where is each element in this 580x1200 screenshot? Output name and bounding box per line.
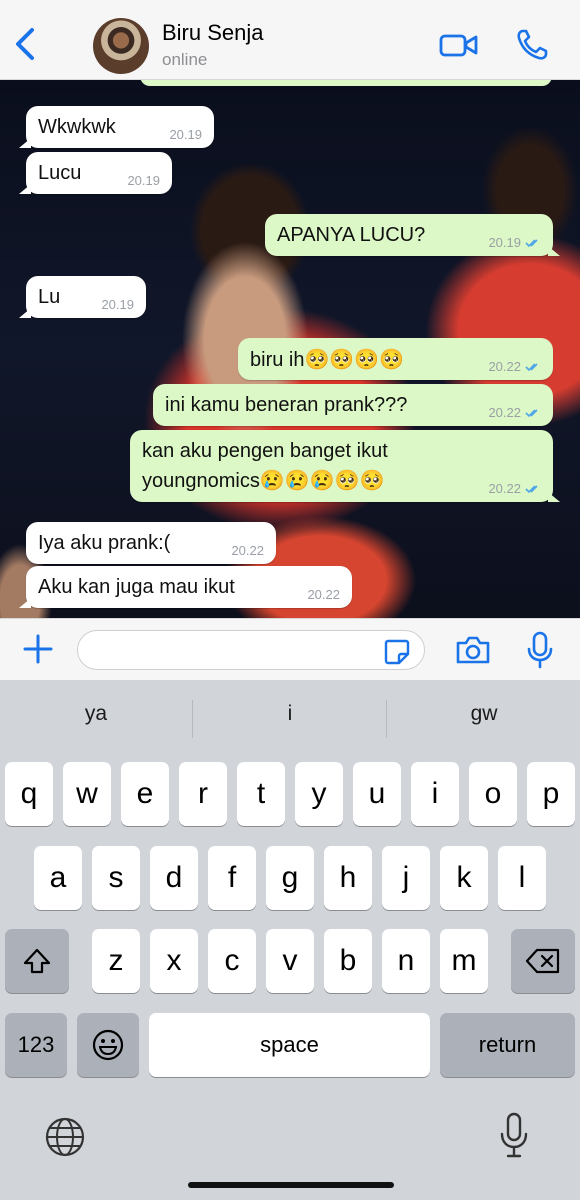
key-q[interactable]: q <box>5 762 53 826</box>
key-h[interactable]: h <box>324 846 372 910</box>
key-r[interactable]: r <box>179 762 227 826</box>
contact-name[interactable]: Biru Senja <box>162 20 264 46</box>
suggestion-3[interactable]: gw <box>404 702 564 726</box>
delete-icon <box>525 948 560 974</box>
back-chevron-icon[interactable] <box>12 26 38 62</box>
message-bubble[interactable]: Lu 20.19 <box>19 276 146 318</box>
read-ticks-icon <box>525 239 538 248</box>
chat-area: Wkwkwk 20.19 Lucu 20.19 APANYA LUCU? 20.… <box>0 80 580 618</box>
suggestion-divider <box>386 700 387 738</box>
key-n[interactable]: n <box>382 929 430 993</box>
video-camera-icon[interactable] <box>439 30 479 60</box>
message-text: Wkwkwk <box>38 115 116 138</box>
previous-message-edge <box>140 80 552 86</box>
phone-icon[interactable] <box>515 28 549 62</box>
message-time: 20.19 <box>127 173 160 188</box>
message-time: 20.22 <box>307 587 340 602</box>
key-l[interactable]: l <box>498 846 546 910</box>
key-a[interactable]: a <box>34 846 82 910</box>
key-b[interactable]: b <box>324 929 372 993</box>
message-bubble[interactable]: Iya aku prank:( 20.22 <box>26 522 276 564</box>
key-e[interactable]: e <box>121 762 169 826</box>
message-text: APANYA LUCU? <box>277 223 426 246</box>
key-d[interactable]: d <box>150 846 198 910</box>
delete-key[interactable] <box>511 929 575 993</box>
sticker-icon[interactable] <box>384 639 410 665</box>
contact-avatar[interactable] <box>93 18 149 74</box>
plus-icon[interactable] <box>22 633 54 665</box>
microphone-icon[interactable] <box>527 631 553 669</box>
message-bubble[interactable]: kan aku pengen banget ikut youngnomics😢😢… <box>130 430 560 502</box>
globe-icon[interactable] <box>44 1116 86 1158</box>
message-text: biru ih🥺🥺🥺🥺 <box>250 348 405 371</box>
message-time: 20.19 <box>101 297 134 312</box>
emoji-key[interactable] <box>77 1013 139 1077</box>
message-bubble[interactable]: Wkwkwk 20.19 <box>19 106 214 148</box>
message-text: Iya aku prank:( <box>38 531 171 554</box>
message-text-line-1: kan aku pengen banget ikut <box>142 440 388 462</box>
shift-key[interactable] <box>5 929 69 993</box>
message-time: 20.19 <box>169 127 202 142</box>
read-ticks-icon <box>525 485 538 494</box>
space-key[interactable]: space <box>149 1013 430 1077</box>
suggestion-1[interactable]: ya <box>16 702 176 726</box>
shift-icon <box>23 948 51 974</box>
message-bubble[interactable]: ini kamu beneran prank??? 20.22 <box>153 384 553 426</box>
message-time: 20.22 <box>488 405 521 420</box>
key-j[interactable]: j <box>382 846 430 910</box>
read-ticks-icon <box>525 363 538 372</box>
message-text: ini kamu beneran prank??? <box>165 393 408 416</box>
key-s[interactable]: s <box>92 846 140 910</box>
message-time: 20.22 <box>488 481 521 496</box>
message-text-line-2: youngnomics😢😢😢🥺🥺 <box>142 470 385 492</box>
message-text: Lucu <box>38 161 82 184</box>
camera-icon[interactable] <box>455 635 491 665</box>
key-x[interactable]: x <box>150 929 198 993</box>
key-k[interactable]: k <box>440 846 488 910</box>
key-y[interactable]: y <box>295 762 343 826</box>
message-time: 20.22 <box>231 543 264 558</box>
key-m[interactable]: m <box>440 929 488 993</box>
suggestion-2[interactable]: i <box>210 702 370 726</box>
message-text: Aku kan juga mau ikut <box>38 575 235 598</box>
message-time: 20.22 <box>488 359 521 374</box>
home-indicator <box>188 1182 394 1188</box>
message-bubble[interactable]: APANYA LUCU? 20.19 <box>265 214 560 256</box>
key-z[interactable]: z <box>92 929 140 993</box>
message-bubble[interactable]: Lucu 20.19 <box>19 152 172 194</box>
message-input-bar <box>0 618 580 680</box>
key-t[interactable]: t <box>237 762 285 826</box>
key-w[interactable]: w <box>63 762 111 826</box>
key-c[interactable]: c <box>208 929 256 993</box>
chat-header: Biru Senja online <box>0 0 580 80</box>
key-v[interactable]: v <box>266 929 314 993</box>
key-i[interactable]: i <box>411 762 459 826</box>
read-ticks-icon <box>525 409 538 418</box>
keyboard: ya i gw q w e r t y u i o p a s d f g h … <box>0 680 580 1200</box>
key-g[interactable]: g <box>266 846 314 910</box>
message-time: 20.19 <box>488 235 521 250</box>
emoji-icon <box>92 1029 124 1061</box>
contact-status: online <box>162 50 208 69</box>
key-u[interactable]: u <box>353 762 401 826</box>
message-bubble[interactable]: Aku kan juga mau ikut 20.22 <box>19 566 352 608</box>
dictation-microphone-icon[interactable] <box>500 1112 528 1158</box>
key-f[interactable]: f <box>208 846 256 910</box>
numbers-key[interactable]: 123 <box>5 1013 67 1077</box>
suggestion-divider <box>192 700 193 738</box>
return-key[interactable]: return <box>440 1013 575 1077</box>
message-text: Lu <box>38 285 61 308</box>
key-p[interactable]: p <box>527 762 575 826</box>
key-o[interactable]: o <box>469 762 517 826</box>
message-bubble[interactable]: biru ih🥺🥺🥺🥺 20.22 <box>238 338 553 380</box>
message-input[interactable] <box>77 630 425 670</box>
